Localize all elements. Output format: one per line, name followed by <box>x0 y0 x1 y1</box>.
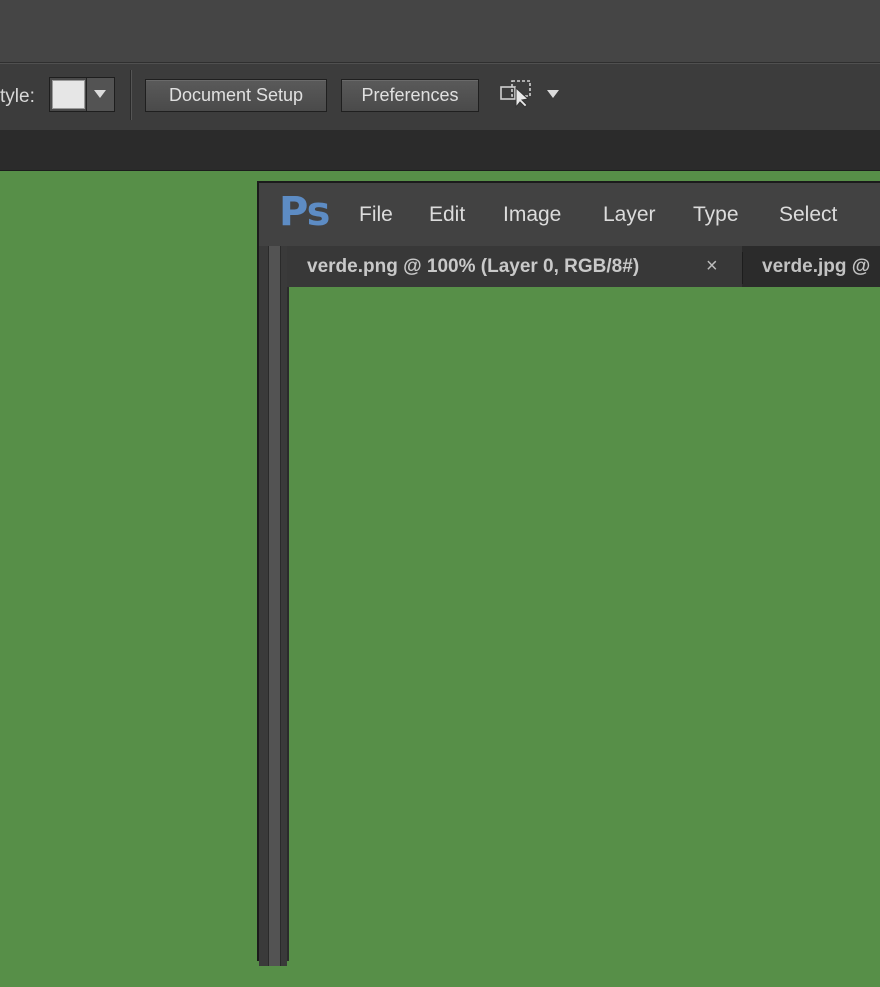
tab-label: verde.jpg @ <box>762 256 871 277</box>
chevron-down-icon[interactable] <box>544 86 562 102</box>
tab-divider <box>742 252 743 284</box>
close-icon[interactable]: × <box>706 246 718 287</box>
document-tab-strip <box>0 130 880 171</box>
menu-select[interactable]: Select <box>779 203 837 227</box>
window-titlebar[interactable]: Ps File Edit Image Layer Type Select <box>259 183 880 247</box>
preferences-button[interactable]: Preferences <box>341 79 479 112</box>
document-canvas[interactable] <box>289 287 880 987</box>
tab-verde-jpg[interactable]: verde.jpg @ <box>762 246 880 287</box>
menu-layer[interactable]: Layer <box>603 203 656 227</box>
tab-label: verde.png @ 100% (Layer 0, RGB/8#) <box>307 256 640 277</box>
chevron-down-icon <box>94 90 106 98</box>
tab-verde-png[interactable]: verde.png @ 100% (Layer 0, RGB/8#) × <box>287 246 742 287</box>
arrange-documents-icon[interactable] <box>499 78 535 110</box>
menu-image[interactable]: Image <box>503 203 561 227</box>
top-bar <box>0 0 880 63</box>
menu-edit[interactable]: Edit <box>429 203 465 227</box>
swatch-dropdown-button[interactable] <box>86 78 114 111</box>
style-label: tyle: <box>0 86 35 107</box>
photoshop-window: Ps File Edit Image Layer Type Select ver… <box>257 181 880 987</box>
menu-file[interactable]: File <box>359 203 393 227</box>
ps-logo: Ps <box>279 189 330 235</box>
tools-panel-collapsed[interactable] <box>259 246 287 966</box>
style-swatch-picker[interactable] <box>49 77 115 112</box>
document-setup-button[interactable]: Document Setup <box>145 79 327 112</box>
style-swatch[interactable] <box>52 80 85 109</box>
document-tabs: verde.png @ 100% (Layer 0, RGB/8#) × ver… <box>287 246 880 287</box>
panel-grip[interactable] <box>268 246 281 966</box>
toolbar-divider <box>130 70 132 120</box>
menu-type[interactable]: Type <box>693 203 739 227</box>
